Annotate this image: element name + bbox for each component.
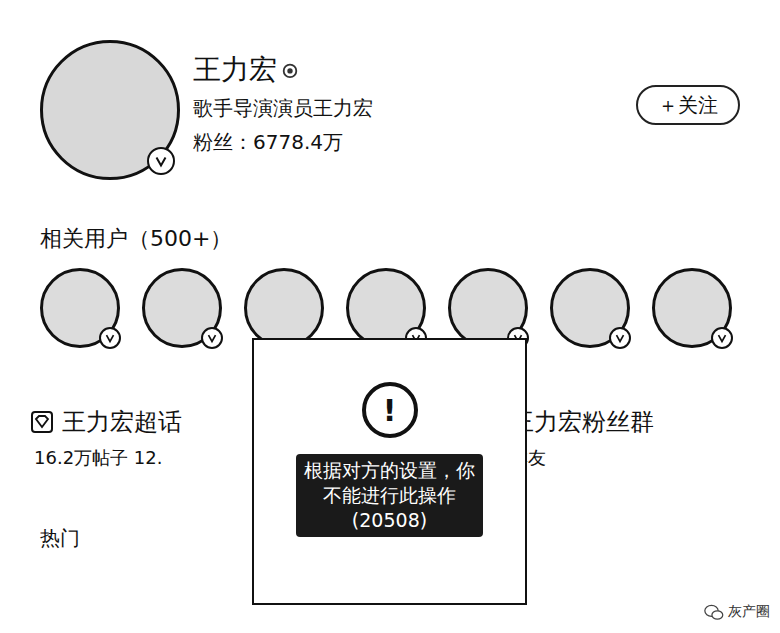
related-user-avatar[interactable] <box>448 268 528 348</box>
verified-icon <box>711 327 733 349</box>
wechat-icon <box>704 604 724 621</box>
profile-card: 王力宏歌手导演演员王力宏粉丝：6778.4万 ＋关注相关用户（500+） 王力宏超话… <box>0 0 780 633</box>
fans-count: 粉丝：6778.4万 <box>193 128 373 156</box>
watermark: 灰产圈 <box>704 603 770 621</box>
toast-message: 根据对方的设置，你不能进行此操作(20508) <box>296 454 483 537</box>
related-user-avatar[interactable] <box>550 268 630 348</box>
verified-icon <box>147 147 175 175</box>
related-user-avatar[interactable] <box>142 268 222 348</box>
member-icon <box>281 61 299 79</box>
related-user-avatar[interactable] <box>652 268 732 348</box>
verified-icon <box>99 327 121 349</box>
related-user-avatar[interactable] <box>346 268 426 348</box>
verified-icon <box>201 327 223 349</box>
topic-title: 王力宏粉丝群 <box>510 406 654 438</box>
related-users-title: 相关用户（500+） <box>0 224 780 254</box>
related-user-avatar[interactable] <box>40 268 120 348</box>
warning-icon: ! <box>362 382 418 438</box>
follow-button[interactable]: ＋关注 <box>636 85 740 125</box>
related-users-list <box>0 268 780 348</box>
error-toast: ! 根据对方的设置，你不能进行此操作(20508) <box>252 338 527 605</box>
profile-avatar[interactable] <box>40 40 180 180</box>
topic-subtitle: 群友 <box>510 446 780 470</box>
profile-header: 王力宏歌手导演演员王力宏粉丝：6778.4万 ＋关注 <box>0 0 780 180</box>
profile-bio: 歌手导演演员王力宏 <box>193 94 373 122</box>
super-topic-icon <box>30 410 54 434</box>
topic-item[interactable]: 王力宏粉丝群群友 <box>510 406 780 470</box>
verified-icon <box>609 327 631 349</box>
profile-info: 王力宏歌手导演演员王力宏粉丝：6778.4万 <box>193 52 373 180</box>
topic-title: 王力宏超话 <box>62 406 182 438</box>
related-user-avatar[interactable] <box>244 268 324 348</box>
profile-name: 王力宏 <box>193 52 277 88</box>
